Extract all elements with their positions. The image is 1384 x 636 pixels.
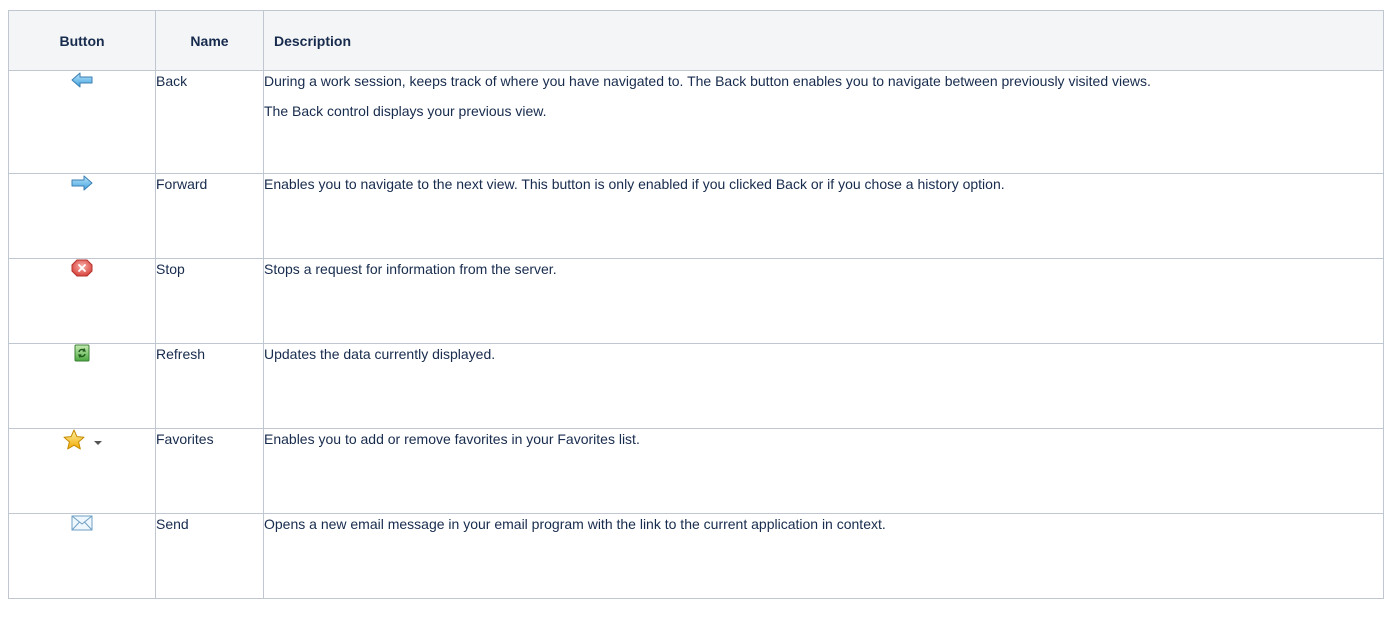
row-name: Forward [155, 173, 264, 259]
table-row: Send Opens a new email message in your e… [8, 513, 1384, 599]
header-button: Button [8, 10, 156, 71]
table-row: Back During a work session, keeps track … [8, 70, 1384, 174]
icon-cell [8, 70, 156, 174]
icon-cell [8, 513, 156, 599]
document: Button Name Description Back During a wo… [0, 10, 1384, 599]
header-description: Description [263, 10, 1384, 71]
description-paragraph: Enables you to add or remove favorites i… [264, 431, 640, 447]
icon-cell [8, 173, 156, 259]
table-row: Forward Enables you to navigate to the n… [8, 173, 1384, 259]
description-paragraph: Opens a new email message in your email … [264, 516, 886, 532]
row-description: Enables you to navigate to the next view… [263, 173, 1384, 259]
forward-arrow-icon [71, 175, 93, 196]
icon-cell [8, 343, 156, 429]
table-header-row: Button Name Description [8, 10, 1384, 71]
favorites-star-icon [62, 429, 86, 456]
table-row: Stop Stops a request for information fro… [8, 258, 1384, 344]
row-name: Back [155, 70, 264, 174]
row-description: Updates the data currently displayed. [263, 343, 1384, 429]
back-arrow-icon [71, 72, 93, 93]
description-paragraph: Enables you to navigate to the next view… [264, 176, 1005, 192]
send-envelope-icon [71, 515, 93, 536]
row-name: Send [155, 513, 264, 599]
refresh-icon [74, 344, 90, 367]
row-name: Refresh [155, 343, 264, 429]
description-paragraph: During a work session, keeps track of wh… [264, 73, 1151, 89]
toolbar-buttons-table: Button Name Description Back During a wo… [8, 10, 1384, 599]
row-description: Stops a request for information from the… [263, 258, 1384, 344]
row-description: Enables you to add or remove favorites i… [263, 428, 1384, 514]
row-description: During a work session, keeps track of wh… [263, 70, 1384, 174]
row-description: Opens a new email message in your email … [263, 513, 1384, 599]
icon-cell [8, 428, 156, 514]
row-name: Stop [155, 258, 264, 344]
description-paragraph: Updates the data currently displayed. [264, 346, 496, 362]
icon-cell [8, 258, 156, 344]
chevron-down-icon [93, 440, 102, 445]
table-row: Refresh Updates the data currently displ… [8, 343, 1384, 429]
row-name: Favorites [155, 428, 264, 514]
description-paragraph: Stops a request for information from the… [264, 261, 557, 277]
table-row: Favorites Enables you to add or remove f… [8, 428, 1384, 514]
header-name: Name [155, 10, 264, 71]
description-paragraph: The Back control displays your previous … [264, 103, 547, 119]
stop-icon [71, 259, 93, 282]
